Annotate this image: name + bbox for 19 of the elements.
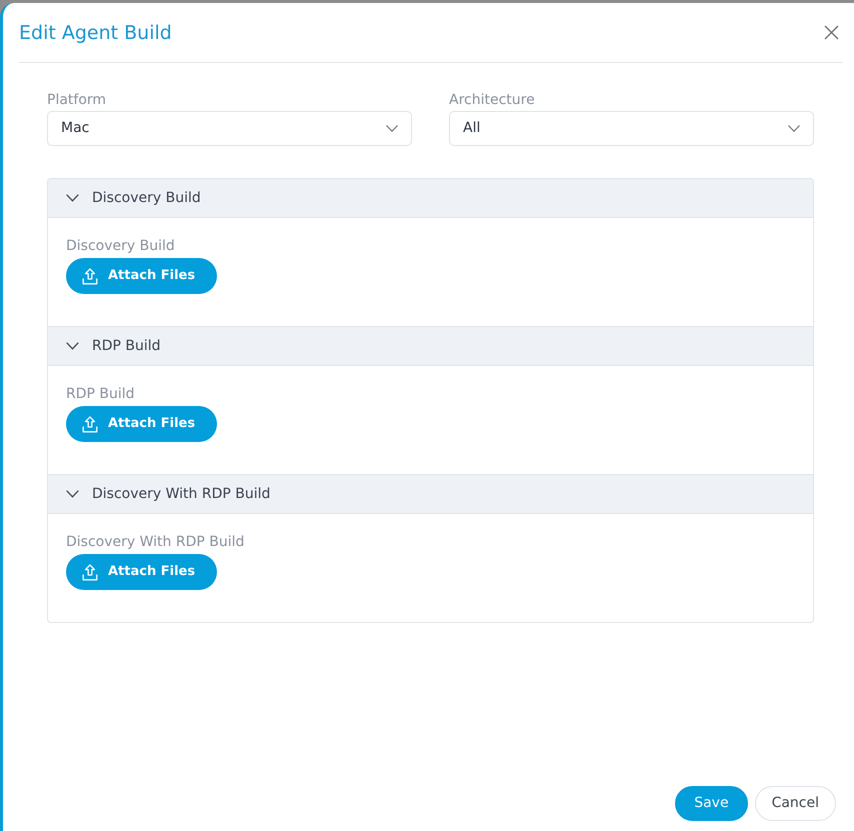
select-field[interactable]: Mac (47, 111, 412, 146)
field-label: Discovery Build (66, 237, 175, 256)
cancel-button[interactable]: Cancel (754, 786, 836, 821)
dialog-title: Edit Agent Build (19, 20, 172, 46)
field-label: Platform (47, 91, 106, 110)
section-header[interactable]: Discovery With RDP Build (48, 475, 813, 513)
section-header[interactable]: RDP Build (48, 327, 813, 365)
close-icon (824, 25, 838, 40)
field-label: RDP Build (66, 385, 135, 404)
section-header[interactable]: Discovery Build (48, 179, 813, 217)
field-label: Architecture (449, 91, 535, 110)
upload-icon (82, 268, 98, 284)
upload-icon (82, 416, 98, 432)
chevron-down-icon (386, 125, 398, 132)
field-label: Discovery With RDP Build (66, 533, 244, 552)
close-button[interactable] (823, 24, 839, 40)
chevron-down-icon (788, 125, 800, 132)
upload-icon (82, 564, 98, 580)
select-field[interactable]: All (449, 111, 814, 146)
